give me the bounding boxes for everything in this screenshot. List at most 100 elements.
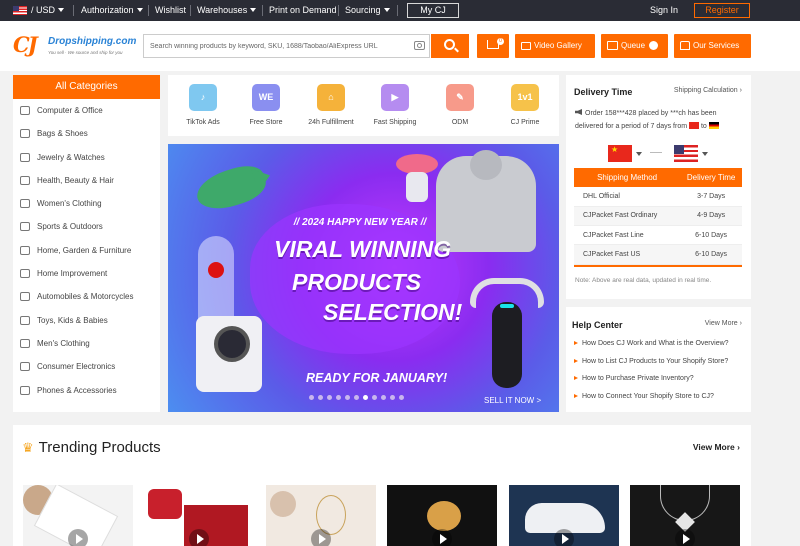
authorization-menu[interactable]: Authorization: [81, 0, 143, 21]
product-card[interactable]: [509, 485, 619, 546]
carousel-dot[interactable]: [354, 395, 359, 400]
sign-in-link[interactable]: Sign In: [650, 0, 678, 21]
carousel-dot[interactable]: [399, 395, 404, 400]
play-icon[interactable]: [432, 529, 452, 546]
queue-button[interactable]: Queue: [601, 34, 668, 58]
play-icon[interactable]: [68, 529, 88, 546]
category-item[interactable]: Phones & Accessories: [13, 379, 160, 402]
all-categories-header[interactable]: All Categories: [13, 75, 160, 99]
my-cj-button[interactable]: My CJ: [407, 3, 459, 18]
trending-view-more-link[interactable]: View More ›: [693, 442, 740, 452]
category-item[interactable]: Consumer Electronics: [13, 355, 160, 378]
print-on-demand-link[interactable]: Print on Demand: [269, 0, 337, 21]
play-icon[interactable]: [189, 529, 209, 546]
destination-country-select[interactable]: [674, 145, 698, 162]
top-bar: / USD Authorization Wishlist Warehouses …: [0, 0, 800, 21]
product-card[interactable]: [266, 485, 376, 546]
carousel-dot[interactable]: [363, 395, 368, 400]
divider: [148, 5, 149, 16]
service-glyph: ▶: [391, 92, 399, 102]
category-item[interactable]: Automobiles & Motorcycles: [13, 285, 160, 308]
service-glyph: ✎: [456, 92, 464, 102]
category-item[interactable]: Computer & Office: [13, 99, 160, 122]
category-item[interactable]: Bags & Shoes: [13, 122, 160, 145]
massager-body: [492, 302, 522, 388]
carousel-dot[interactable]: [345, 395, 350, 400]
trending-title-label: Trending Products: [38, 439, 161, 456]
service-shortcut[interactable]: WE Free Store: [235, 75, 297, 136]
search-button[interactable]: [431, 34, 469, 58]
carousel-dot[interactable]: [327, 395, 332, 400]
help-link[interactable]: How to List CJ Products to Your Shopify …: [574, 358, 729, 376]
category-label: Men's Clothing: [37, 338, 90, 348]
warehouses-menu[interactable]: Warehouses: [197, 0, 257, 21]
product-card[interactable]: [23, 485, 133, 546]
service-shortcut[interactable]: ✎ ODM: [429, 75, 491, 136]
category-item[interactable]: Home Improvement: [13, 262, 160, 285]
service-shortcut[interactable]: ▶ Fast Shipping: [364, 75, 426, 136]
play-icon[interactable]: [554, 529, 574, 546]
delivery-note: Note: Above are real data, updated in re…: [575, 277, 712, 284]
carousel-dot[interactable]: [381, 395, 386, 400]
video-gallery-button[interactable]: Video Gallery: [515, 34, 595, 58]
delivery-time-cell: 6-10 Days: [680, 244, 742, 265]
search-input[interactable]: [144, 35, 404, 57]
our-services-button[interactable]: Our Services: [674, 34, 751, 58]
category-item[interactable]: Health, Beauty & Hair: [13, 169, 160, 192]
play-icon[interactable]: [675, 529, 695, 546]
category-item[interactable]: Toys, Kids & Babies: [13, 309, 160, 332]
help-view-more-link[interactable]: View More ›: [705, 320, 742, 327]
category-item[interactable]: Women's Clothing: [13, 192, 160, 215]
category-icon: [20, 175, 30, 185]
chevron-down-icon: [702, 152, 708, 156]
currency-selector[interactable]: / USD: [31, 0, 65, 21]
carousel-dot[interactable]: [372, 395, 377, 400]
play-icon[interactable]: [311, 529, 331, 546]
category-icon: [20, 338, 30, 348]
category-label: Bags & Shoes: [37, 129, 88, 139]
delivery-time-panel: Delivery Time Shipping Calculation › Ord…: [566, 75, 751, 299]
chevron-down-icon: [250, 8, 257, 12]
origin-country-select[interactable]: [608, 145, 632, 162]
service-shortcut[interactable]: ♪ TikTok Ads: [172, 75, 234, 136]
chevron-down-icon: [58, 8, 65, 12]
shipping-calculation-link[interactable]: Shipping Calculation ›: [674, 87, 742, 94]
carousel-dot[interactable]: [309, 395, 314, 400]
service-icon: ▶: [381, 84, 409, 111]
category-icon: [20, 269, 30, 279]
category-item[interactable]: Sports & Outdoors: [13, 215, 160, 238]
queue-icon: [607, 41, 618, 51]
help-link[interactable]: How to Purchase Private Inventory?: [574, 375, 729, 393]
sourcing-menu[interactable]: Sourcing: [345, 0, 390, 21]
category-item[interactable]: Jewelry & Watches: [13, 146, 160, 169]
speaker-icon: [575, 109, 582, 115]
promo-banner[interactable]: // 2024 HAPPY NEW YEAR // VIRAL WINNING …: [168, 144, 559, 412]
logo[interactable]: CJ Dropshipping.com You sell · We source…: [13, 34, 143, 62]
us-flag-icon[interactable]: [13, 6, 27, 15]
delivery-time-cell: 6-10 Days: [680, 225, 742, 246]
search-icon: [444, 39, 455, 50]
wishlist-link[interactable]: Wishlist: [155, 0, 186, 21]
service-glyph: ♪: [200, 92, 206, 102]
service-shortcut[interactable]: ⌂ 24h Fulfillment: [300, 75, 362, 136]
service-shortcut[interactable]: 1v1 CJ Prime: [494, 75, 556, 136]
avatar: [270, 491, 296, 517]
carousel-dot[interactable]: [390, 395, 395, 400]
sell-it-now-link[interactable]: SELL IT NOW >: [484, 396, 541, 405]
register-button[interactable]: Register: [694, 3, 750, 18]
camera-icon[interactable]: [414, 41, 425, 50]
help-link[interactable]: How Does CJ Work and What is the Overvie…: [574, 340, 729, 358]
video-icon: [521, 41, 531, 50]
carousel-dot[interactable]: [318, 395, 323, 400]
currency-label: USD: [36, 5, 56, 15]
carousel-dot[interactable]: [336, 395, 341, 400]
cart-button[interactable]: 0: [477, 34, 509, 58]
product-card[interactable]: [630, 485, 740, 546]
shipping-table: Shipping Method Delivery Time DHL Offici…: [574, 168, 742, 265]
category-item[interactable]: Home, Garden & Furniture: [13, 239, 160, 262]
help-link[interactable]: How to Connect Your Shopify Store to CJ?: [574, 393, 729, 411]
category-item[interactable]: Men's Clothing: [13, 332, 160, 355]
chevron-right-icon: ›: [739, 87, 742, 94]
product-card[interactable]: [387, 485, 497, 546]
product-card[interactable]: [144, 485, 254, 546]
